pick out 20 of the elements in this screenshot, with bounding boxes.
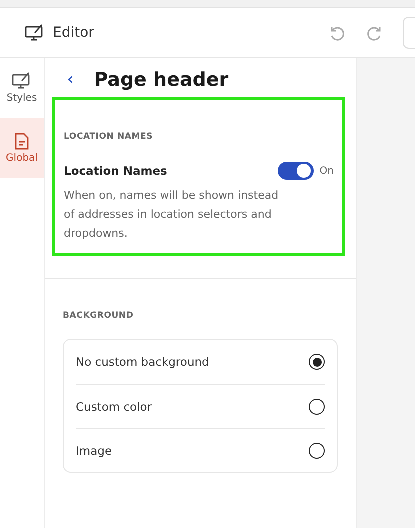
setting-label: Location Names	[64, 164, 168, 178]
sidebar-tab[interactable]: Global	[0, 118, 44, 178]
option-label: Custom color	[76, 400, 154, 414]
editor-icon	[25, 24, 45, 42]
radio-button[interactable]	[309, 442, 325, 458]
radio-button[interactable]	[309, 354, 325, 370]
section-heading: BACKGROUND	[63, 311, 135, 321]
editor-title: Editor	[53, 24, 94, 40]
section-heading: LOCATION NAMES	[64, 132, 154, 142]
toggle-state: On	[320, 166, 334, 176]
back-button[interactable]: ‹	[67, 71, 74, 89]
setting-description: When on, names will be shown instead of addresses in location selectors and dropdowns.	[64, 188, 279, 242]
page-title: Page header	[94, 69, 229, 91]
document-icon	[15, 132, 29, 150]
toggle-switch[interactable]	[278, 162, 314, 180]
monitor-icon	[12, 72, 32, 90]
option-label: No custom background	[76, 355, 210, 369]
option-label: Image	[76, 444, 114, 458]
sidebar-tab[interactable]: Styles	[0, 58, 44, 118]
radio-button[interactable]	[309, 398, 325, 414]
